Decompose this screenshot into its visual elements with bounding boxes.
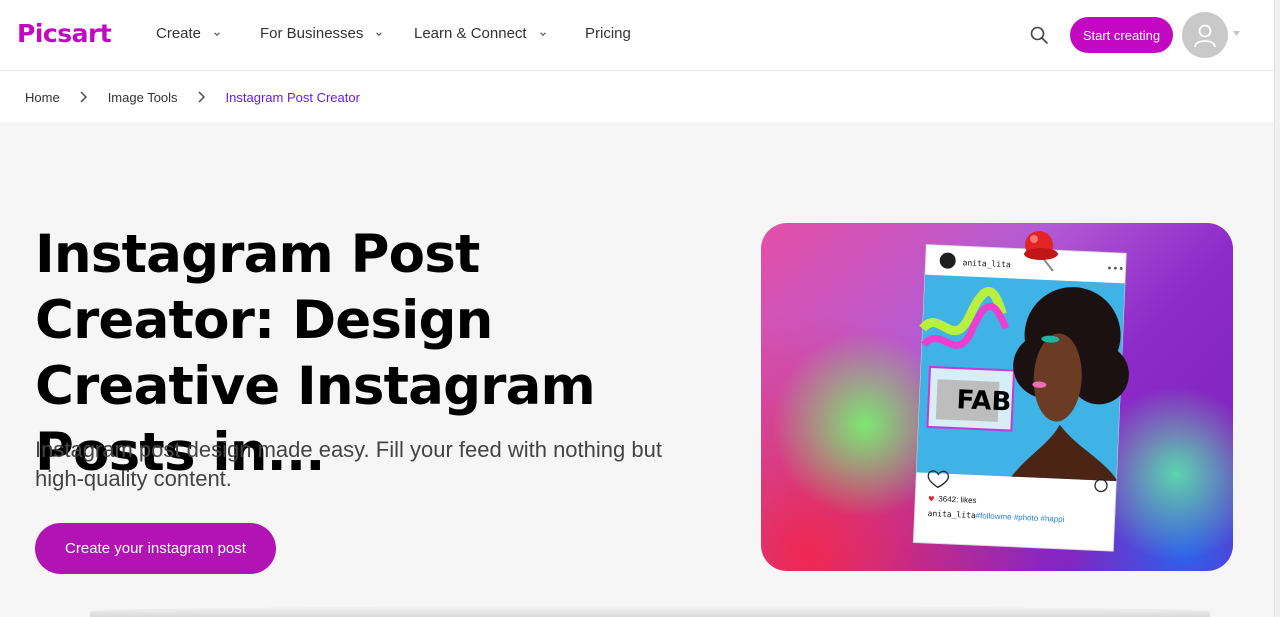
- nav-item-label: Create: [156, 25, 202, 42]
- avatar[interactable]: [1182, 12, 1228, 58]
- chevron-down-icon: [539, 31, 546, 36]
- site-header: Picsart Create For Businesses Learn & Co…: [0, 0, 1274, 71]
- hero-image: anita_lita ••• FAB 3642: likes anita_lit…: [761, 223, 1233, 571]
- nav-item-pricing[interactable]: Pricing: [585, 25, 631, 42]
- nav-item-learn-connect[interactable]: Learn & Connect: [414, 25, 547, 42]
- user-icon: [1194, 24, 1216, 48]
- scrollbar[interactable]: [1274, 0, 1280, 617]
- nav-item-for-businesses[interactable]: For Businesses: [260, 25, 383, 42]
- nav-item-label: For Businesses: [260, 25, 364, 42]
- instagram-post-illustration: anita_lita ••• FAB 3642: likes anita_lit…: [912, 231, 1129, 552]
- picsart-logo[interactable]: Picsart: [17, 19, 112, 48]
- chevron-right-icon: [198, 91, 205, 103]
- create-instagram-post-button[interactable]: Create your instagram post: [35, 523, 276, 574]
- search-icon[interactable]: [1029, 25, 1049, 45]
- start-creating-button[interactable]: Start creating: [1070, 17, 1173, 53]
- nav-item-label: Learn & Connect: [414, 25, 527, 42]
- chevron-down-icon: [376, 31, 383, 36]
- caret-down-icon[interactable]: [1233, 31, 1240, 36]
- breadcrumb-image-tools[interactable]: Image Tools: [108, 90, 178, 105]
- breadcrumb-home[interactable]: Home: [25, 90, 60, 105]
- section-divider: [90, 606, 1210, 617]
- breadcrumb-current[interactable]: Instagram Post Creator: [226, 90, 360, 105]
- breadcrumb: Home Image Tools Instagram Post Creator: [25, 88, 360, 106]
- svg-text:•••: •••: [1106, 264, 1124, 276]
- chevron-right-icon: [80, 91, 87, 103]
- fab-sticker: FAB: [956, 385, 1012, 417]
- nav-item-create[interactable]: Create: [156, 25, 221, 42]
- post-likes: 3642: likes: [938, 494, 977, 505]
- chevron-down-icon: [214, 31, 220, 36]
- nav-item-label: Pricing: [585, 25, 631, 42]
- hero-subtitle: Instagram post design made easy. Fill yo…: [35, 437, 662, 491]
